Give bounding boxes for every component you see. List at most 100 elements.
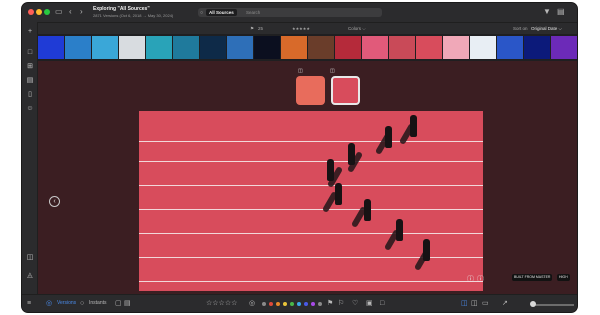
rating-filter[interactable]: ★★★★★ bbox=[292, 25, 310, 32]
close-window-button[interactable] bbox=[28, 9, 34, 15]
filter-icon[interactable]: ▼ bbox=[543, 8, 551, 16]
filmstrip-thumbnail[interactable] bbox=[173, 36, 199, 59]
search-input[interactable]: Search bbox=[246, 9, 260, 16]
color-label-dot[interactable] bbox=[283, 302, 287, 306]
face-detection-icon[interactable]: ▣ bbox=[366, 299, 373, 308]
map-icon[interactable]: ▯ bbox=[26, 91, 34, 99]
split-view-icon[interactable]: ◫ bbox=[461, 299, 468, 308]
filmstrip-thumbnail[interactable] bbox=[308, 36, 334, 59]
document-icon[interactable]: ▢ bbox=[115, 299, 122, 308]
runner bbox=[396, 219, 403, 241]
zoom-slider-track[interactable] bbox=[534, 304, 574, 306]
fullscreen-icon[interactable]: ▭ bbox=[482, 299, 489, 308]
overlay-toggle-icon[interactable]: ⓘ bbox=[477, 274, 484, 284]
filmstrip-thumbnail[interactable] bbox=[443, 36, 469, 59]
runner bbox=[348, 143, 355, 165]
filmstrip-thumbnail[interactable] bbox=[227, 36, 253, 59]
color-label-dot[interactable] bbox=[304, 302, 308, 306]
add-icon[interactable]: + bbox=[26, 28, 34, 36]
main-photo-viewer[interactable] bbox=[139, 111, 483, 291]
star-rating[interactable]: ☆☆☆☆☆ bbox=[206, 299, 237, 308]
source-filter-pill[interactable]: All Sources bbox=[206, 9, 237, 16]
expand-icon[interactable]: ↗ bbox=[502, 299, 508, 308]
filmstrip-thumbnail[interactable] bbox=[146, 36, 172, 59]
flag-pick-icon[interactable]: ⚐ bbox=[338, 299, 344, 308]
runner bbox=[410, 115, 417, 137]
filmstrip-thumbnail[interactable] bbox=[65, 36, 91, 59]
flag-reject-icon[interactable]: ⚑ bbox=[327, 299, 333, 308]
filmstrip-thumbnail[interactable] bbox=[200, 36, 226, 59]
filmstrip bbox=[38, 34, 577, 61]
back-chevron-icon[interactable]: ‹ bbox=[69, 8, 72, 16]
track-lane-line bbox=[139, 185, 483, 187]
filmstrip-thumbnail[interactable] bbox=[470, 36, 496, 59]
runner bbox=[335, 183, 342, 205]
filmstrip-thumbnail[interactable] bbox=[524, 36, 550, 59]
search-bar[interactable]: ○ All Sources Search bbox=[198, 8, 382, 17]
search-icon: ○ bbox=[200, 10, 204, 16]
flag-icon[interactable]: ⚑ bbox=[250, 25, 254, 32]
versions-toggle-icon[interactable]: ◎ bbox=[46, 299, 52, 308]
color-label-dot[interactable] bbox=[262, 302, 266, 306]
export-icon[interactable]: ◬ bbox=[26, 272, 34, 280]
zoom-window-button[interactable] bbox=[44, 9, 50, 15]
zoom-slider-knob[interactable] bbox=[530, 301, 536, 307]
forward-chevron-icon[interactable]: › bbox=[80, 8, 83, 16]
color-label-dot[interactable] bbox=[290, 302, 294, 306]
menu-icon[interactable]: ≡ bbox=[27, 299, 31, 308]
heart-icon[interactable]: ♡ bbox=[352, 299, 358, 308]
track-lane-line bbox=[139, 233, 483, 235]
info-panel-icon[interactable]: ▤ bbox=[557, 8, 565, 16]
sort-dropdown[interactable]: Original Date ⌵ bbox=[531, 25, 562, 32]
instants-tab[interactable]: Instants bbox=[89, 300, 107, 307]
runner bbox=[423, 239, 430, 261]
browser-view-icon[interactable]: □ bbox=[26, 49, 34, 57]
built-from-master-badge[interactable]: BUILT FROM MASTER bbox=[512, 274, 553, 281]
track-lane-line bbox=[139, 141, 483, 143]
color-label-dot[interactable] bbox=[269, 302, 273, 306]
filmstrip-thumbnail[interactable] bbox=[92, 36, 118, 59]
color-label-dot[interactable] bbox=[318, 302, 322, 306]
crop-icon[interactable]: □ bbox=[380, 299, 384, 308]
color-label-dot[interactable] bbox=[297, 302, 301, 306]
filmstrip-thumbnail[interactable] bbox=[335, 36, 361, 59]
filmstrip-thumbnail[interactable] bbox=[281, 36, 307, 59]
instants-toggle-icon[interactable]: ○ bbox=[80, 299, 84, 308]
runner bbox=[327, 159, 334, 181]
people-icon[interactable]: ☺ bbox=[26, 105, 34, 113]
filter-toolbar: ⚑ 25 ★★★★★ Colors ⌵ Sort on Original Dat… bbox=[22, 22, 577, 34]
filmstrip-thumbnail[interactable] bbox=[551, 36, 577, 59]
info-overlay-icon[interactable]: ⓘ bbox=[467, 274, 474, 284]
track-lane-line bbox=[139, 257, 483, 259]
minimize-window-button[interactable] bbox=[36, 9, 42, 15]
colors-dropdown[interactable]: Colors ⌵ bbox=[348, 25, 366, 32]
filmstrip-thumbnail[interactable] bbox=[497, 36, 523, 59]
filmstrip-thumbnail[interactable] bbox=[254, 36, 280, 59]
quality-badge[interactable]: HIGH bbox=[557, 274, 570, 281]
previous-photo-button[interactable]: ‹ bbox=[49, 196, 60, 207]
version-camera-icon: ◫ bbox=[330, 68, 335, 74]
filmstrip-thumbnail[interactable] bbox=[389, 36, 415, 59]
calendar-icon[interactable]: ▤ bbox=[26, 77, 34, 85]
color-label-dot[interactable] bbox=[311, 302, 315, 306]
window-subtitle: 2871 Versions (Oct 6, 2018 → May 30, 202… bbox=[93, 13, 174, 18]
color-label-dot[interactable] bbox=[276, 302, 280, 306]
import-icon[interactable]: ◫ bbox=[26, 254, 34, 262]
filmstrip-thumbnail[interactable] bbox=[38, 36, 64, 59]
version-thumbnail-selected[interactable] bbox=[331, 76, 360, 105]
filmstrip-thumbnail[interactable] bbox=[416, 36, 442, 59]
runner bbox=[364, 199, 371, 221]
version-thumbnail-original[interactable] bbox=[296, 76, 325, 105]
folder-icon[interactable]: ▤ bbox=[124, 299, 131, 308]
app-window: ▭ ‹ › Exploring "All Sources" 2871 Versi… bbox=[21, 2, 578, 313]
bottom-toolbar: ≡ ◎ Versions ○ Instants ▢ ▤ ☆☆☆☆☆ ◎ ⚑ ⚐ … bbox=[22, 294, 577, 312]
filmstrip-thumbnail[interactable] bbox=[119, 36, 145, 59]
grid-view-icon[interactable]: ⊞ bbox=[26, 63, 34, 71]
sidebar-toggle-icon[interactable]: ▭ bbox=[55, 8, 63, 16]
filmstrip-thumbnail[interactable] bbox=[362, 36, 388, 59]
versions-tab[interactable]: Versions bbox=[57, 300, 76, 307]
clear-color-icon[interactable]: ◎ bbox=[249, 299, 255, 308]
window-title: Exploring "All Sources" bbox=[93, 6, 150, 12]
compare-icon[interactable]: ◫ bbox=[471, 299, 478, 308]
version-camera-icon: ◫ bbox=[298, 68, 303, 74]
